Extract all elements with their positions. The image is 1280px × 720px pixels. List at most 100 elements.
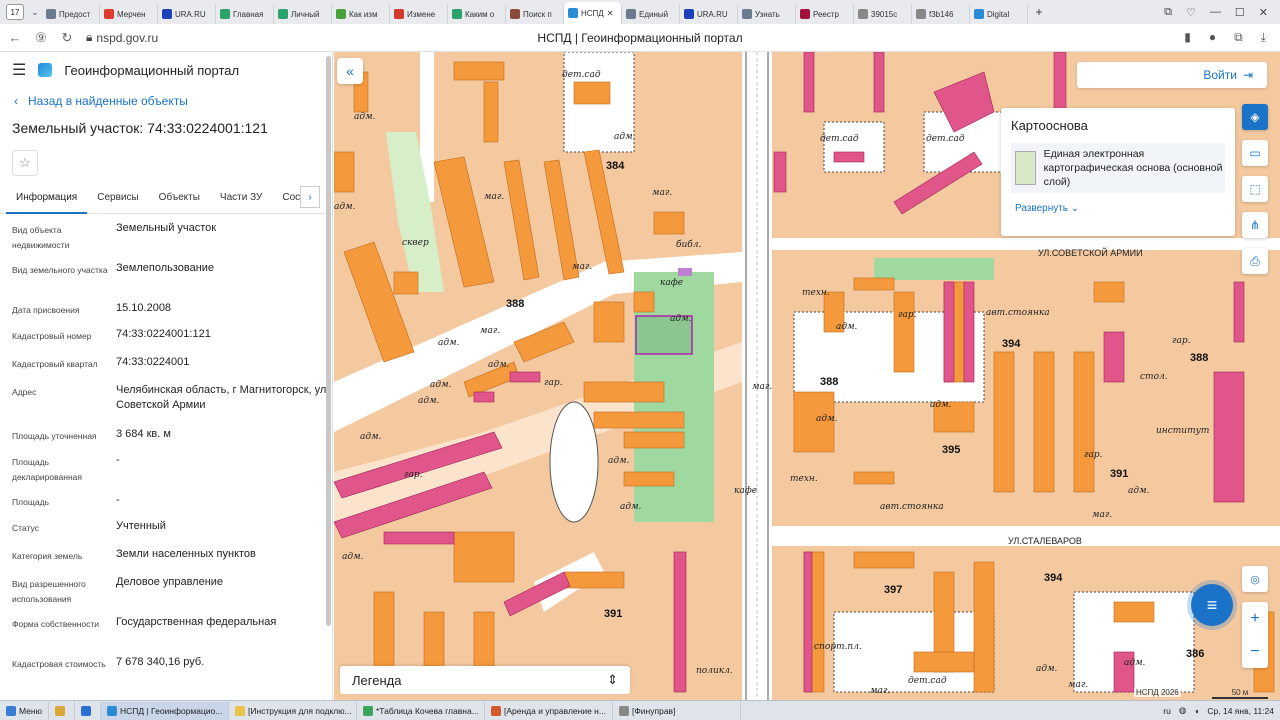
tab-label: Каким о xyxy=(465,9,495,19)
tab-label: URA.RU xyxy=(175,9,206,19)
start-menu-button[interactable]: Меню xyxy=(0,701,49,720)
close-tab-icon[interactable]: ✕ xyxy=(607,9,614,18)
ruler-icon[interactable]: ▭ xyxy=(1242,140,1268,166)
browser-tab[interactable]: Предост xyxy=(42,4,100,24)
browser-tab[interactable]: f3b146 xyxy=(912,4,970,24)
tab-label: Измене xyxy=(407,9,436,19)
map-label: адм. xyxy=(1128,486,1150,496)
browser-tab[interactable]: Главная xyxy=(216,4,274,24)
tab-label: Узнать xyxy=(755,9,780,19)
download-icon[interactable]: ⤓ xyxy=(1261,30,1266,45)
browser-tab[interactable]: Каким о xyxy=(448,4,506,24)
browser-tab[interactable]: Личный xyxy=(274,4,332,24)
legend-label: Легенда xyxy=(352,672,402,688)
chevron-down-icon[interactable]: ⌄ xyxy=(28,4,42,20)
tab-label: Главная xyxy=(233,9,264,19)
browser-tab[interactable]: НСПД ✕ xyxy=(564,2,622,24)
back-to-results-link[interactable]: ‹ Назад в найденные объекты xyxy=(14,94,332,108)
language-indicator[interactable]: ru xyxy=(1163,706,1171,716)
map-label: гар. xyxy=(1172,336,1191,346)
property-row: Адрес Челябинская область, г Магнитогорск… xyxy=(0,382,332,426)
yandex-icon[interactable]: ⑨ xyxy=(30,30,52,46)
map-label: адм. xyxy=(836,322,858,332)
browser-tab[interactable]: Мерчен xyxy=(100,4,158,24)
tab-favicon-icon xyxy=(568,8,578,18)
map-label: дет.сад xyxy=(908,676,947,686)
taskbar-item[interactable]: [Инструкция для подклю... xyxy=(229,701,357,720)
browser-tab[interactable]: Реестр xyxy=(796,4,854,24)
back-label: Назад в найденные объекты xyxy=(28,94,188,108)
back-icon[interactable]: ← xyxy=(4,30,26,45)
url-field[interactable]: 🔒︎ nspd.gov.ru xyxy=(86,30,158,45)
files-icon[interactable] xyxy=(49,701,75,720)
layers-icon[interactable]: ◈ xyxy=(1242,104,1268,130)
property-row: Вид разрешенного использования Деловое уп… xyxy=(0,574,332,614)
legend-bar[interactable]: Легенда ⇕ xyxy=(340,666,630,694)
map-label: адм. xyxy=(342,552,364,562)
browser-tab[interactable]: Как изм xyxy=(332,4,390,24)
menu-icon[interactable]: ☰ xyxy=(12,60,26,80)
close-icon[interactable]: ✕ xyxy=(1259,6,1268,19)
basemap-layer-item[interactable]: Единая электронная картографическая осно… xyxy=(1011,143,1225,193)
tabs-scroll-right-icon[interactable]: › xyxy=(300,186,320,208)
browser-tab[interactable]: 39015c xyxy=(854,4,912,24)
collapse-panel-icon[interactable]: « xyxy=(337,58,363,84)
network-icon[interactable]: ◍ xyxy=(1179,705,1186,716)
volume-icon[interactable]: ◖ xyxy=(1194,706,1199,716)
tab-label: Мерчен xyxy=(117,9,146,19)
property-key: Вид объекта недвижимости xyxy=(12,225,70,250)
tab-favicon-icon xyxy=(916,9,926,19)
clock[interactable]: Ср, 14 янв, 11:24 xyxy=(1207,706,1274,716)
property-value: 74:33:0224001 xyxy=(116,356,190,368)
collections-icon[interactable]: ⧉ xyxy=(1234,30,1243,45)
minimize-icon[interactable]: — xyxy=(1210,6,1221,19)
map-label: поликл. xyxy=(696,666,733,676)
geolocation-icon[interactable]: ◎ xyxy=(1242,566,1268,592)
tabs-icon[interactable]: ⧉ xyxy=(1164,6,1172,19)
login-button[interactable]: Войти ⇥ xyxy=(1077,62,1267,88)
browser-tab[interactable]: Единый xyxy=(622,4,680,24)
property-key: Вид земельного участка xyxy=(12,265,108,275)
taskbar-item[interactable]: [Финуправ] xyxy=(613,701,741,720)
browser-tab[interactable]: Измене xyxy=(390,4,448,24)
basemap-panel: Картооснова Единая электронная картограф… xyxy=(1001,108,1235,236)
chevron-down-icon: ⌄ xyxy=(1070,203,1080,214)
expand-link[interactable]: Развернуть ⌄ xyxy=(1015,203,1235,214)
bookmark-icon[interactable]: ▮ xyxy=(1184,30,1191,45)
browser-tab[interactable]: URA.RU xyxy=(680,4,738,24)
tab-favicon-icon xyxy=(742,9,752,19)
login-icon: ⇥ xyxy=(1242,68,1253,82)
bookmark-icon[interactable]: ♡ xyxy=(1186,6,1196,19)
map-label: маг. xyxy=(1092,510,1113,520)
yandex-browser-icon[interactable] xyxy=(75,701,101,720)
map-label: адм. xyxy=(670,314,692,324)
browser-tab[interactable]: URA.RU xyxy=(158,4,216,24)
browser-tab[interactable]: Digital xyxy=(970,4,1028,24)
tab-objects[interactable]: Объекты xyxy=(149,188,210,214)
tab-parts[interactable]: Части ЗУ xyxy=(210,188,272,214)
tab-count-button[interactable]: 17 xyxy=(6,4,24,20)
select-area-icon[interactable]: ⬚ xyxy=(1242,176,1268,202)
new-tab-button[interactable]: + xyxy=(1028,2,1050,22)
zoom-in-icon[interactable]: + xyxy=(1250,610,1259,628)
favorite-star-icon[interactable]: ☆ xyxy=(12,150,38,176)
map-label: дет.сад xyxy=(926,134,965,144)
zoom-out-icon[interactable]: − xyxy=(1250,643,1259,661)
taskbar-item[interactable]: НСПД | Геоинформацио... xyxy=(100,701,229,720)
taskbar-item[interactable]: [Аренда и управление н... xyxy=(485,701,613,720)
zoom-control: + − xyxy=(1242,602,1268,668)
maximize-icon[interactable]: ☐ xyxy=(1235,6,1245,19)
chat-icon[interactable]: ≡ xyxy=(1191,584,1233,626)
panel-scrollbar[interactable] xyxy=(326,56,331,626)
app-icon xyxy=(234,705,245,716)
extension-icon[interactable]: ● xyxy=(1209,30,1216,45)
browser-tab[interactable]: Поиск п xyxy=(506,4,564,24)
reload-icon[interactable]: ↻ xyxy=(56,30,78,46)
browser-tab[interactable]: Узнать xyxy=(738,4,796,24)
taskbar-item[interactable]: *Таблица Кочева главна... xyxy=(357,701,485,720)
tab-info[interactable]: Информация xyxy=(6,188,88,214)
app-icon xyxy=(362,705,373,716)
print-icon[interactable]: ⎙ xyxy=(1242,248,1268,274)
tab-services[interactable]: Сервисы xyxy=(87,188,148,214)
share-icon[interactable]: ⋔ xyxy=(1242,212,1268,238)
